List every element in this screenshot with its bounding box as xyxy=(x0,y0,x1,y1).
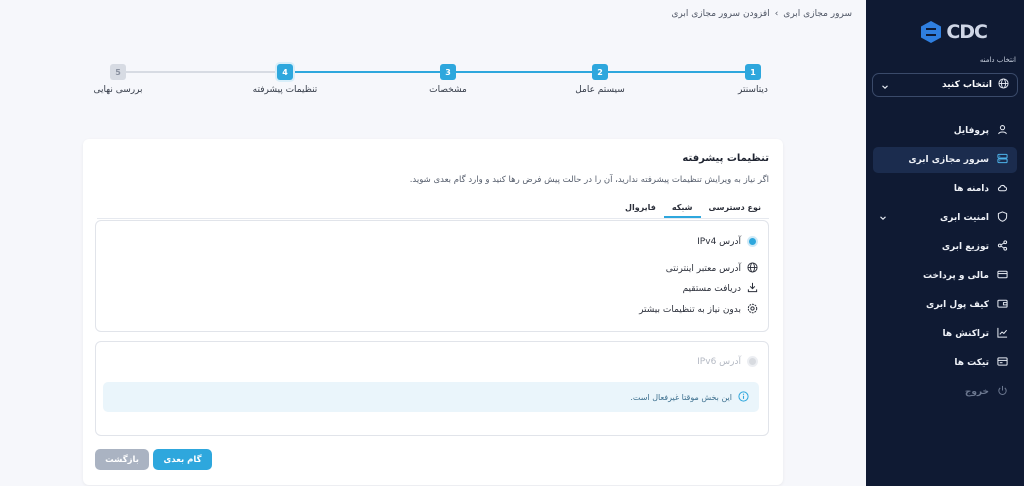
breadcrumb-parent[interactable]: سرور مجازی ابری xyxy=(783,9,852,19)
advanced-settings-card: تنظیمات پیشرفته اگر نیاز به ویرایش تنظیم… xyxy=(83,139,783,485)
sidebar-item-transactions[interactable]: تراکنش ها xyxy=(873,321,1017,347)
chart-icon xyxy=(997,327,1008,341)
shield-icon xyxy=(997,211,1008,225)
ipv4-feature-no-config: بدون نیاز به تنظیمات بیشتر xyxy=(639,303,758,317)
sidebar-item-label: سرور مجازی ابری xyxy=(908,155,989,165)
globe-icon xyxy=(998,78,1009,92)
step-number: 5 xyxy=(110,64,126,80)
sidebar-item-finance[interactable]: مالی و پرداخت xyxy=(873,263,1017,289)
step-label: مشخصات xyxy=(429,85,467,95)
breadcrumb-separator: › xyxy=(774,9,779,19)
step-number: 2 xyxy=(592,64,608,80)
step-number: 3 xyxy=(440,64,456,80)
ipv4-feature-direct: دریافت مستقیم xyxy=(683,282,758,296)
breadcrumb: سرور مجازی ابری › افزودن سرور مجازی ابری xyxy=(671,9,852,19)
feature-label: آدرس معتبر اینترنتی xyxy=(665,264,741,274)
sidebar-item-label: تیکت ها xyxy=(954,358,989,368)
stepper: 1 دیتاسنتر 2 سیستم عامل 3 مشخصات 4 تنظیم… xyxy=(90,64,770,104)
step-label: تنظیمات پیشرفته xyxy=(252,85,318,95)
step-label: سیستم عامل xyxy=(575,85,625,95)
sidebar-item-label: دامنه ها xyxy=(953,184,989,194)
user-icon xyxy=(997,124,1008,138)
settings-tabs: نوع دسترسی شبکه فایروال xyxy=(617,203,769,218)
breadcrumb-current: افزودن سرور مجازی ابری xyxy=(671,9,770,19)
tabs-divider xyxy=(97,218,769,219)
info-text: این بخش موقتا غیرفعال است. xyxy=(630,392,732,402)
credit-card-icon xyxy=(997,269,1008,283)
ipv4-feature-public-ip: آدرس معتبر اینترنتی xyxy=(666,262,758,276)
info-icon xyxy=(738,390,749,404)
step-final-review[interactable]: 5 بررسی نهایی xyxy=(78,64,158,95)
next-step-button[interactable]: گام بعدی xyxy=(153,449,212,470)
sidebar-item-cloud-distribution[interactable]: توزیع ابری xyxy=(873,234,1017,260)
sidebar-item-label: خروج xyxy=(964,387,989,397)
sidebar-menu: پروفایل سرور مجازی ابری دامنه ها امنیت ا… xyxy=(866,118,1024,408)
step-number: 4 xyxy=(277,64,293,80)
logo-text: CDC xyxy=(946,21,988,43)
globe-icon xyxy=(747,262,758,276)
card-description: اگر نیاز به ویرایش تنظیمات پیشرفته نداری… xyxy=(409,175,769,185)
step-specs[interactable]: 3 مشخصات xyxy=(408,64,488,95)
step-number: 1 xyxy=(745,64,761,80)
stepper-line-progress xyxy=(285,71,745,73)
share-icon xyxy=(997,240,1008,254)
tab-firewall[interactable]: فایروال xyxy=(617,203,664,218)
sidebar-item-logout[interactable]: خروج xyxy=(873,379,1017,405)
sidebar-item-cloud-security[interactable]: امنیت ابری xyxy=(873,205,1017,231)
card-title: تنظیمات پیشرفته xyxy=(682,153,769,164)
cloud-icon xyxy=(997,182,1008,196)
ipv4-radio-option[interactable]: آدرس IPv4 xyxy=(697,236,758,247)
step-advanced-settings[interactable]: 4 تنظیمات پیشرفته xyxy=(245,64,325,95)
sidebar-item-label: تراکنش ها xyxy=(942,329,989,339)
wallet-icon xyxy=(997,298,1008,312)
sidebar: CDC انتخاب دامنه انتخاب کنید پروفایل سرو… xyxy=(866,0,1024,486)
download-icon xyxy=(747,282,758,296)
step-label: دیتاسنتر xyxy=(738,85,768,95)
ticket-icon xyxy=(997,356,1008,370)
ipv4-label: آدرس IPv4 xyxy=(697,236,741,247)
feature-label: بدون نیاز به تنظیمات بیشتر xyxy=(639,305,741,315)
sidebar-item-label: کیف پول ابری xyxy=(925,300,989,310)
ipv6-label: آدرس IPv6 xyxy=(697,356,741,367)
sidebar-item-tickets[interactable]: تیکت ها xyxy=(873,350,1017,376)
ipv4-radio[interactable] xyxy=(747,236,758,247)
step-datacenter[interactable]: 1 دیتاسنتر xyxy=(713,64,793,95)
ipv6-radio xyxy=(747,356,758,367)
domain-select-value: انتخاب کنید xyxy=(942,80,992,90)
sidebar-item-label: پروفایل xyxy=(953,126,989,136)
tab-network[interactable]: شبکه xyxy=(663,203,701,218)
ipv6-section: آدرس IPv6 این بخش موقتا غیرفعال است. xyxy=(95,341,769,436)
sidebar-item-label: مالی و پرداخت xyxy=(923,271,989,281)
ipv4-section: آدرس IPv4 آدرس معتبر اینترنتی دریافت مست… xyxy=(95,220,769,332)
step-os[interactable]: 2 سیستم عامل xyxy=(560,64,640,95)
sidebar-item-label: امنیت ابری xyxy=(940,213,989,223)
sidebar-item-wallet[interactable]: کیف پول ابری xyxy=(873,292,1017,318)
sidebar-item-profile[interactable]: پروفایل xyxy=(873,118,1017,144)
sidebar-item-cloud-server[interactable]: سرور مجازی ابری xyxy=(873,147,1017,173)
sidebar-item-label: توزیع ابری xyxy=(941,242,989,252)
server-icon xyxy=(997,153,1008,167)
chevron-down-icon[interactable] xyxy=(879,214,887,225)
feature-label: دریافت مستقیم xyxy=(682,284,741,294)
step-label: بررسی نهایی xyxy=(93,85,143,95)
domain-select[interactable]: انتخاب کنید xyxy=(872,73,1018,97)
logo-mark-icon xyxy=(921,21,942,43)
domain-select-caption: انتخاب دامنه xyxy=(979,56,1016,64)
back-button[interactable]: بازگشت xyxy=(95,449,149,470)
power-icon xyxy=(997,385,1008,399)
sidebar-item-domains[interactable]: دامنه ها xyxy=(873,176,1017,202)
ipv6-radio-option: آدرس IPv6 xyxy=(697,356,758,367)
logo[interactable]: CDC xyxy=(920,20,988,44)
tab-access-type[interactable]: نوع دسترسی xyxy=(701,203,769,218)
settings-icon xyxy=(747,303,758,317)
ipv6-disabled-notice: این بخش موقتا غیرفعال است. xyxy=(103,382,759,412)
chevron-down-icon xyxy=(881,76,889,95)
